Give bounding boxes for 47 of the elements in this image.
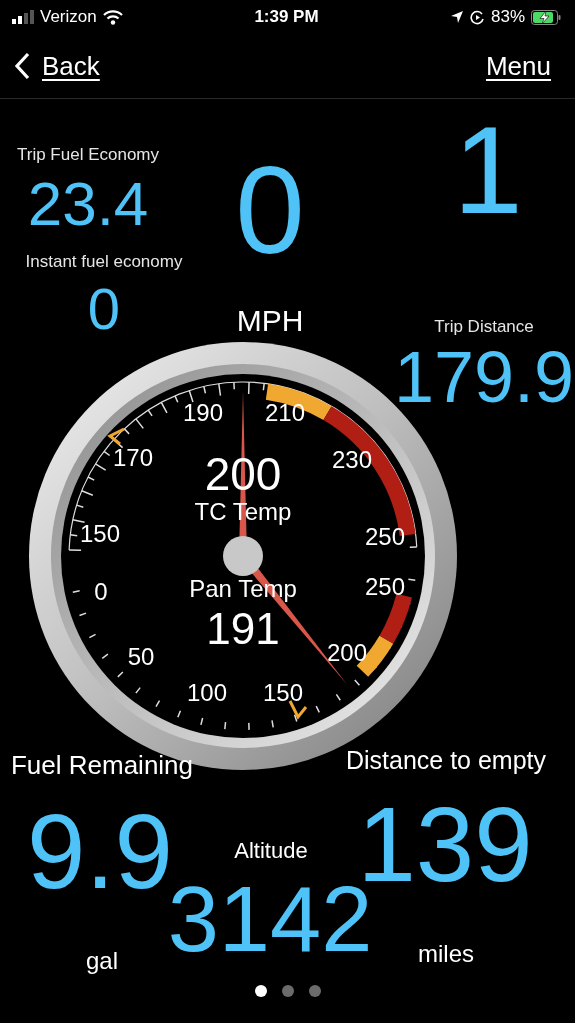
- scale-label: 200: [327, 639, 367, 667]
- readout-value: 0: [87, 280, 121, 338]
- scale-label: 210: [265, 399, 305, 427]
- readout-label: Fuel Remaining: [10, 752, 194, 778]
- rotation-lock-icon: [469, 9, 485, 25]
- menu-link[interactable]: Menu: [485, 50, 551, 82]
- battery-charging-icon: [531, 9, 561, 25]
- readout-value: 0: [235, 146, 305, 272]
- readout-value: 23.4: [27, 173, 149, 235]
- page-dot[interactable]: [281, 985, 294, 997]
- needle-hub: [223, 536, 263, 576]
- carrier-name: Verizon: [40, 7, 97, 27]
- scale-label: 190: [183, 399, 223, 427]
- scale-label: 0: [94, 578, 108, 606]
- readout-label: Instant fuel economy: [25, 252, 183, 270]
- readout-label: MPH: [236, 306, 304, 336]
- readout-label: gal: [86, 949, 118, 973]
- readout-value: 9.9: [27, 798, 173, 904]
- scale-label: 150: [263, 679, 303, 707]
- readout-label: Trip Distance: [434, 317, 534, 335]
- back-link[interactable]: Back: [14, 50, 100, 82]
- readout-label: miles: [418, 942, 474, 966]
- chevron-icon: [288, 700, 308, 720]
- wifi-icon: [102, 9, 123, 25]
- scale-label: 230: [332, 446, 372, 474]
- warning-arc: [265, 383, 332, 421]
- signal-icon: [12, 10, 34, 24]
- readout-value: 1: [453, 106, 523, 232]
- scale-label: 250: [365, 573, 405, 601]
- chevron-left-icon: [14, 52, 30, 80]
- clock-time: 1:39 PM: [254, 7, 319, 27]
- readout-label: Distance to empty: [345, 747, 547, 773]
- danger-arc: [379, 593, 412, 644]
- battery-percent: 83%: [490, 7, 525, 27]
- readout-value: 179.9: [393, 341, 575, 413]
- chevron-icon: [107, 427, 125, 446]
- page-dot[interactable]: [308, 985, 321, 997]
- page-dot[interactable]: [254, 985, 267, 997]
- scale-label: 150: [80, 520, 120, 548]
- scale-label: 170: [113, 444, 153, 472]
- readout-label: Trip Fuel Economy: [17, 145, 159, 163]
- readout-label: Altitude: [234, 840, 308, 862]
- scale-label: 250: [365, 523, 405, 551]
- scale-label: 100: [187, 679, 227, 707]
- scale-label: 50: [127, 643, 155, 671]
- gauge-value: 191: [206, 603, 280, 653]
- location-arrow-icon: [449, 10, 464, 24]
